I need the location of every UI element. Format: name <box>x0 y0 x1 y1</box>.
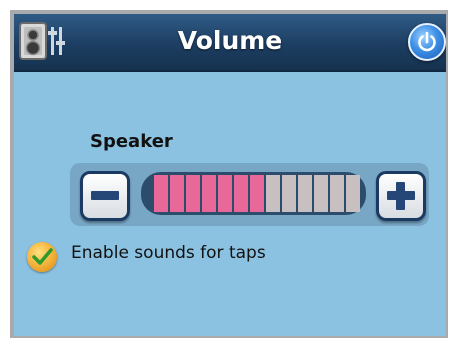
volume-level-bar <box>154 175 362 212</box>
volume-segment[interactable] <box>346 175 360 212</box>
volume-segment[interactable] <box>186 175 200 212</box>
volume-segment[interactable] <box>330 175 344 212</box>
volume-screen: Volume Speaker Enable sounds for taps <box>14 14 446 336</box>
tap-sounds-checkbox[interactable] <box>27 242 57 272</box>
tap-sounds-label[interactable]: Enable sounds for taps <box>71 243 266 263</box>
volume-down-button[interactable] <box>80 171 130 221</box>
title-bar: Volume <box>14 14 446 72</box>
volume-slider[interactable] <box>141 172 366 215</box>
volume-segment[interactable] <box>266 175 280 212</box>
power-button[interactable] <box>408 23 446 61</box>
volume-segment[interactable] <box>202 175 216 212</box>
speaker-label: Speaker <box>90 131 173 152</box>
volume-up-button[interactable] <box>376 171 426 221</box>
volume-segment[interactable] <box>154 175 168 212</box>
volume-segment[interactable] <box>170 175 184 212</box>
volume-segment[interactable] <box>314 175 328 212</box>
volume-segment[interactable] <box>218 175 232 212</box>
volume-segment[interactable] <box>298 175 312 212</box>
volume-segment[interactable] <box>282 175 296 212</box>
volume-segment[interactable] <box>250 175 264 212</box>
minus-icon <box>91 191 119 200</box>
volume-segment[interactable] <box>234 175 248 212</box>
volume-control <box>70 163 429 226</box>
page-title: Volume <box>177 26 283 55</box>
